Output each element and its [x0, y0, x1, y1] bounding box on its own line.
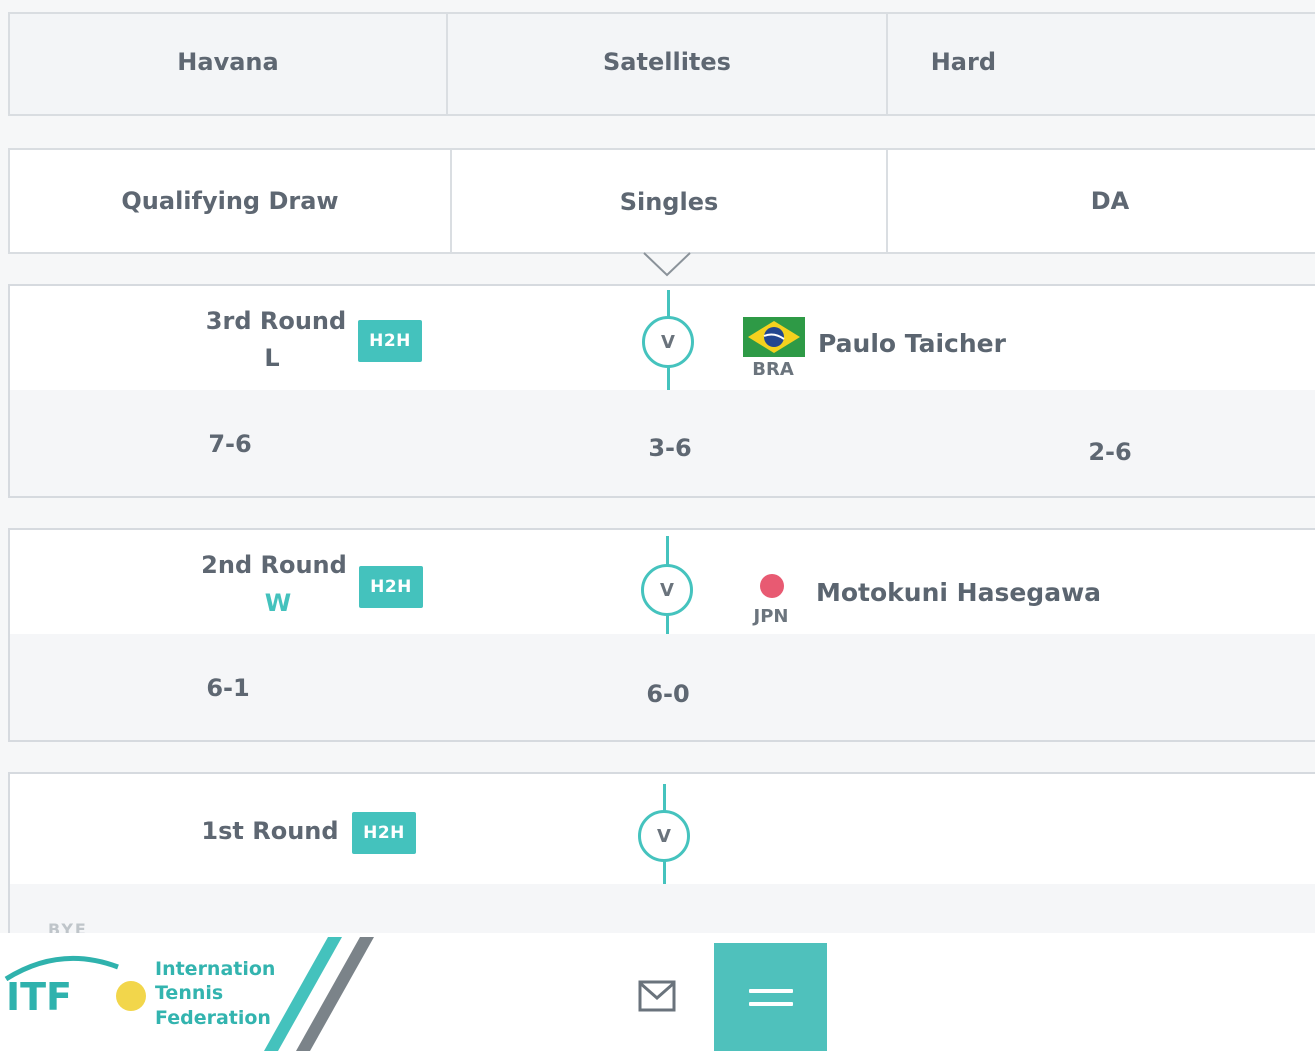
- entry-type: DA: [1090, 187, 1130, 215]
- opponent-country: JPN: [753, 606, 789, 627]
- set-score: 7-6: [208, 430, 252, 458]
- match-header: 1st Round H2H V: [10, 774, 1315, 888]
- score-row: 6-1 6-0: [10, 634, 1315, 740]
- org-name-line: Tennis: [155, 982, 224, 1004]
- score-row: 7-6 3-6 2-6: [10, 390, 1315, 496]
- versus-badge: V: [642, 316, 694, 368]
- org-name-line: Internation: [155, 958, 276, 980]
- opponent-name[interactable]: Paulo Taicher: [818, 329, 1006, 358]
- stripes-icon: [264, 937, 374, 1051]
- tournament-info-row: Havana Satellites Hard: [8, 12, 1315, 116]
- match-result: L: [264, 344, 280, 372]
- tournament-surface: Hard: [930, 48, 996, 76]
- brazil-flag-icon: [743, 317, 805, 357]
- mail-icon[interactable]: [638, 980, 676, 1012]
- opponent-country: BRA: [752, 359, 794, 380]
- tennis-ball-icon: [116, 981, 146, 1011]
- h2h-button[interactable]: H2H: [359, 566, 423, 608]
- org-name-line: Federation: [155, 1007, 271, 1029]
- logo-text: ITF: [6, 975, 73, 1019]
- versus-badge: V: [641, 564, 693, 616]
- footer-bar: ITF Internation Tennis Federation: [0, 933, 1315, 1051]
- set-score: 6-1: [206, 674, 250, 702]
- tournament-category: Satellites: [603, 48, 731, 76]
- set-score: 2-6: [1088, 438, 1132, 466]
- h2h-button[interactable]: H2H: [352, 812, 416, 854]
- opponent-name[interactable]: Motokuni Hasegawa: [816, 578, 1101, 607]
- tournament-city: Havana: [177, 48, 279, 76]
- match-result: W: [264, 589, 292, 617]
- match-card-2nd-round[interactable]: 2nd Round W H2H V JPN Motokuni Hasegawa …: [8, 528, 1315, 742]
- draw-info-row: Qualifying Draw Singles DA: [8, 148, 1315, 254]
- event-type: Singles: [619, 188, 719, 216]
- hamburger-menu-icon[interactable]: [714, 943, 827, 1051]
- japan-flag-icon: [760, 574, 784, 598]
- round-label: 1st Round: [201, 817, 339, 845]
- match-header: 2nd Round W H2H V JPN Motokuni Hasegawa: [10, 530, 1315, 640]
- set-score: 6-0: [646, 680, 690, 708]
- set-score: 3-6: [648, 434, 692, 462]
- match-card-3rd-round[interactable]: 3rd Round L H2H V BRA Paulo Taicher 7-6 …: [8, 284, 1315, 498]
- match-header: 3rd Round L H2H V BRA Paulo Taicher: [10, 286, 1315, 394]
- versus-badge: V: [638, 810, 690, 862]
- chevron-down-icon: [643, 252, 691, 277]
- draw-type: Qualifying Draw: [121, 187, 339, 215]
- round-label: 2nd Round: [201, 551, 347, 579]
- itf-logo[interactable]: ITF Internation Tennis Federation: [0, 933, 380, 1051]
- round-label: 3rd Round: [205, 307, 347, 335]
- h2h-button[interactable]: H2H: [358, 320, 422, 362]
